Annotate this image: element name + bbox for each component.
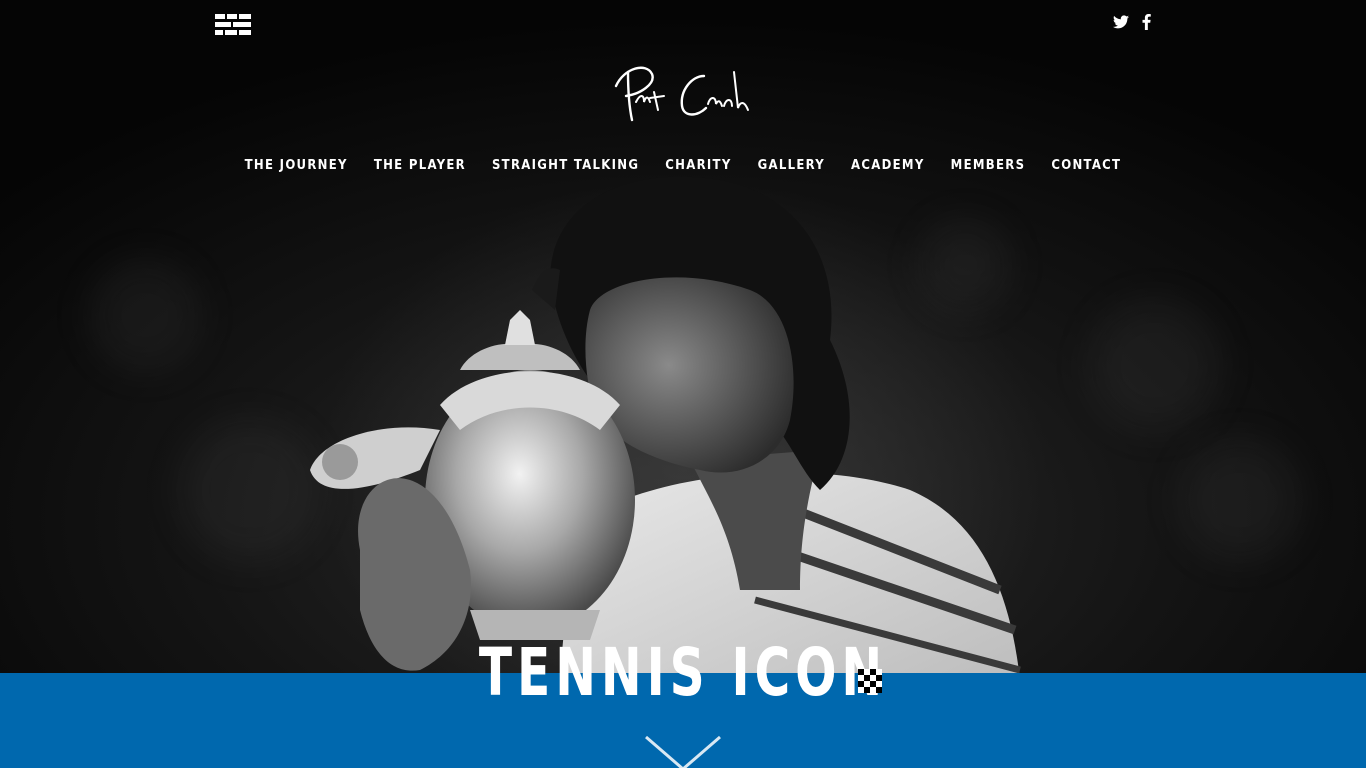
- nav-item-contact[interactable]: CONTACT: [1051, 158, 1121, 173]
- bokeh-light: [1090, 300, 1220, 430]
- nav-item-academy[interactable]: ACADEMY: [851, 158, 925, 173]
- bokeh-light: [90, 260, 200, 370]
- facebook-icon: [1142, 14, 1151, 30]
- twitter-link[interactable]: [1112, 13, 1130, 31]
- player-kissing-trophy-photo: [310, 176, 1021, 680]
- nav-item-the-player[interactable]: THE PLAYER: [374, 158, 466, 173]
- nav-item-members[interactable]: MEMBERS: [951, 158, 1026, 173]
- main-nav: THE JOURNEY THE PLAYER STRAIGHT TALKING …: [0, 158, 1366, 173]
- nav-item-the-journey[interactable]: THE JOURNEY: [245, 158, 348, 173]
- bokeh-light: [180, 420, 320, 560]
- checker-icon: [858, 669, 882, 693]
- chevron-down-icon[interactable]: [643, 735, 723, 768]
- nav-item-gallery[interactable]: GALLERY: [758, 158, 825, 173]
- hero-headline: TENNIS ICON: [478, 634, 888, 711]
- signature-logo[interactable]: [606, 58, 756, 128]
- grid-menu-icon[interactable]: [215, 14, 251, 36]
- top-bar: [0, 0, 1366, 50]
- nav-item-straight-talking[interactable]: STRAIGHT TALKING: [492, 158, 639, 173]
- facebook-link[interactable]: [1137, 13, 1155, 31]
- twitter-icon: [1113, 15, 1129, 29]
- nav-item-charity[interactable]: CHARITY: [665, 158, 731, 173]
- bokeh-light: [1180, 440, 1300, 560]
